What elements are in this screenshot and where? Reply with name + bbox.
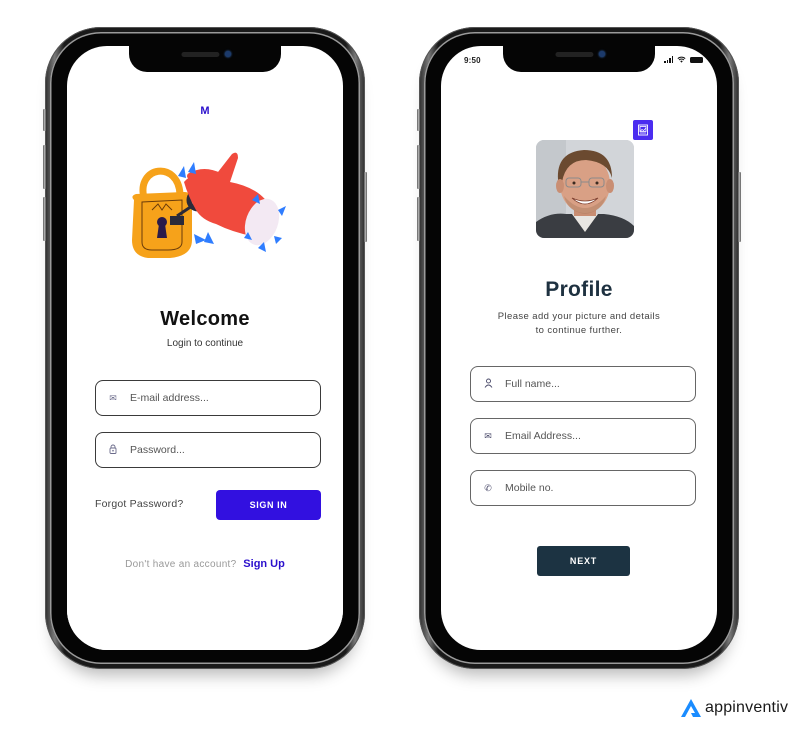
- profile-email-field[interactable]: ✉: [470, 418, 696, 454]
- front-camera: [599, 51, 605, 57]
- sign-in-button[interactable]: SIGN IN: [216, 490, 321, 520]
- next-button[interactable]: NEXT: [537, 546, 630, 576]
- logo-letter: M: [200, 105, 210, 117]
- power-button: [364, 172, 367, 242]
- password-input[interactable]: [130, 444, 310, 456]
- volume-up-button: [43, 145, 46, 189]
- padlock-key-hand-illustration: [132, 152, 286, 258]
- login-screen: 9:50 M Welcome Login to continue ✉ E-mai…: [67, 46, 343, 650]
- lock-icon: [96, 444, 130, 456]
- battery-icon: [316, 56, 329, 63]
- profile-title: Profile: [545, 278, 613, 301]
- speaker: [555, 52, 594, 57]
- wifi-icon: [677, 56, 686, 63]
- brand-name: appinventiv: [705, 699, 789, 716]
- welcome-subtitle: Login to continue: [166, 338, 244, 349]
- mobile-input[interactable]: [505, 482, 685, 494]
- sign-up-link[interactable]: Sign Up: [243, 558, 285, 570]
- mail-icon: ✉: [484, 430, 492, 441]
- status-icons: [664, 56, 703, 63]
- volume-up-button: [417, 145, 420, 189]
- power-button: [738, 172, 741, 242]
- profile-email-input[interactable]: [505, 430, 685, 442]
- user-icon: [471, 378, 505, 390]
- brand-logo: appinventiv: [680, 698, 788, 718]
- appinventiv-logo-icon: [681, 699, 701, 717]
- front-camera: [225, 51, 231, 57]
- password-field[interactable]: [95, 432, 321, 468]
- phone-login: 9:50 M Welcome Login to continue ✉ E-mai…: [43, 27, 367, 669]
- wifi-icon: [303, 56, 312, 63]
- image-upload-icon[interactable]: [633, 120, 653, 140]
- battery-icon: [690, 56, 703, 63]
- mute-switch: [43, 109, 46, 131]
- email-field[interactable]: ✉: [95, 380, 321, 416]
- phone-profile: 9:50 Profile Please add your picture and…: [417, 27, 741, 669]
- notch: [129, 46, 281, 72]
- email-input[interactable]: [130, 392, 310, 404]
- profile-screen: 9:50 Profile Please add your picture and…: [441, 46, 717, 650]
- signal-icon: [664, 56, 673, 63]
- status-time: 9:50: [90, 56, 107, 65]
- status-icons: [290, 56, 329, 63]
- profile-subtitle-line2: to continue further.: [535, 325, 623, 336]
- volume-down-button: [43, 197, 46, 241]
- app-logo-icon: M: [195, 101, 215, 121]
- full-name-input[interactable]: [505, 378, 685, 390]
- signup-prompt: Don't have an account?: [125, 559, 237, 570]
- status-time: 9:50: [464, 56, 481, 65]
- phone-bezel: 9:50 Profile Please add your picture and…: [424, 32, 734, 664]
- profile-photo: [536, 140, 634, 238]
- phone-icon: ✆: [484, 482, 492, 493]
- speaker: [181, 52, 220, 57]
- profile-subtitle: Please add your picture and details to c…: [441, 310, 717, 338]
- mute-switch: [417, 109, 420, 131]
- volume-down-button: [417, 197, 420, 241]
- forgot-password-link[interactable]: Forgot Password?: [95, 498, 183, 510]
- welcome-title: Welcome: [160, 308, 250, 330]
- avatar[interactable]: [536, 140, 634, 238]
- signal-icon: [290, 56, 299, 63]
- notch: [503, 46, 655, 72]
- mail-icon: ✉: [109, 392, 117, 403]
- login-card: Welcome Login to continue ✉ Forgot Passw…: [67, 272, 343, 650]
- signup-row: Don't have an account? Sign Up: [67, 558, 343, 570]
- mobile-field[interactable]: ✆: [470, 470, 696, 506]
- phone-bezel: 9:50 M Welcome Login to continue ✉ E-mai…: [50, 32, 360, 664]
- full-name-field[interactable]: [470, 366, 696, 402]
- profile-subtitle-line1: Please add your picture and details: [497, 311, 661, 322]
